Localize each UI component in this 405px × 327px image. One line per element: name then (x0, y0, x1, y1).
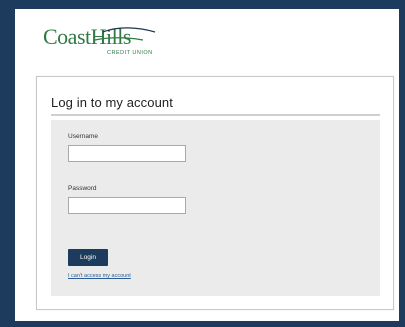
login-page: CoastHills CREDIT UNION Log in to my acc… (15, 9, 399, 321)
password-label: Password (68, 185, 97, 192)
username-label: Username (68, 133, 98, 140)
logo-mark: CoastHills CREDIT UNION (43, 24, 156, 56)
logo-subtitle: CREDIT UNION (107, 50, 153, 56)
title-divider (51, 114, 380, 116)
password-input[interactable] (68, 197, 186, 214)
logo-wordmark: CoastHills (43, 24, 131, 49)
login-button[interactable]: Login (68, 249, 108, 266)
login-form-panel: Username Password Login I can't access m… (51, 120, 380, 296)
cant-access-account-link[interactable]: I can't access my account (68, 273, 131, 279)
username-input[interactable] (68, 145, 186, 162)
coasthills-logo[interactable]: CoastHills CREDIT UNION (43, 21, 173, 57)
login-card: Log in to my account Username Password L… (36, 76, 394, 310)
login-title: Log in to my account (51, 95, 173, 110)
